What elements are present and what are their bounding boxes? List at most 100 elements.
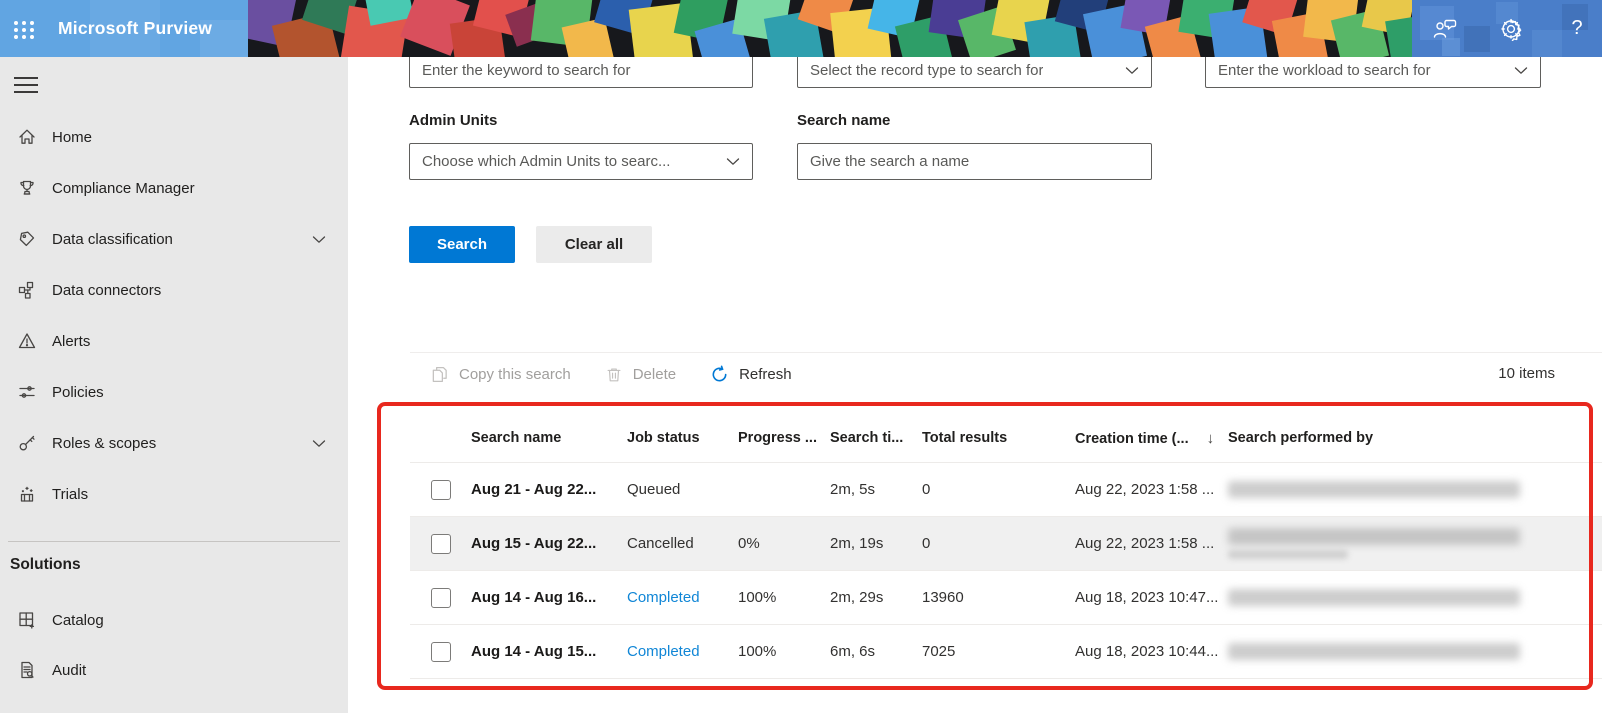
sidebar-item-label: Roles & scopes	[52, 435, 156, 452]
col-header-job-status[interactable]: Job status	[627, 430, 738, 446]
trash-icon	[605, 365, 623, 384]
copy-search-label: Copy this search	[459, 366, 571, 383]
help-icon[interactable]: ?	[1564, 16, 1590, 42]
alert-icon	[16, 330, 38, 352]
tag-icon	[16, 228, 38, 250]
redacted-user	[1228, 528, 1520, 545]
sidebar-item-label: Alerts	[52, 333, 90, 350]
total-results-cell: 0	[922, 535, 1075, 552]
search-name-cell[interactable]: Aug 21 - Aug 22...	[471, 481, 627, 498]
col-header-search-name[interactable]: Search name	[471, 430, 627, 446]
search-time-cell: 2m, 19s	[830, 535, 922, 552]
feedback-icon[interactable]	[1432, 16, 1458, 42]
search-name-cell[interactable]: Aug 14 - Aug 16...	[471, 589, 627, 606]
search-name-input[interactable]	[797, 143, 1152, 180]
performed-by-cell	[1228, 528, 1602, 559]
sidebar-item-label: Policies	[52, 384, 104, 401]
sidebar-item-catalog[interactable]: Catalog	[0, 603, 348, 637]
delete-label: Delete	[633, 366, 676, 383]
admin-units-label: Admin Units	[409, 112, 497, 129]
sidebar-item-trials[interactable]: Trials	[0, 477, 348, 511]
table-header-row: Search name Job status Progress ... Sear…	[410, 414, 1602, 462]
chevron-down-icon	[1514, 62, 1528, 79]
performed-by-cell	[1228, 589, 1602, 606]
sidebar-item-policies[interactable]: Policies	[0, 375, 348, 409]
col-header-progress[interactable]: Progress ...	[738, 430, 830, 446]
search-name-cell[interactable]: Aug 14 - Aug 15...	[471, 643, 627, 660]
audit-icon	[16, 659, 38, 681]
top-banner: Microsoft Purview ?	[0, 0, 1602, 57]
keyword-input[interactable]	[409, 52, 753, 88]
row-checkbox[interactable]	[431, 642, 451, 662]
app-title: Microsoft Purview	[58, 0, 212, 57]
performed-by-cell	[1228, 481, 1602, 498]
clear-all-button[interactable]: Clear all	[536, 226, 652, 263]
key-icon	[16, 432, 38, 454]
copy-icon	[430, 365, 449, 384]
sidebar-item-roles-scopes[interactable]: Roles & scopes	[0, 426, 348, 460]
col-header-performed-by[interactable]: Search performed by	[1228, 430, 1602, 446]
creation-time-cell: Aug 18, 2023 10:47...	[1075, 589, 1228, 606]
refresh-icon	[710, 365, 729, 384]
nav-collapse-button[interactable]	[14, 77, 38, 93]
help-glyph: ?	[1571, 17, 1582, 40]
workload-select[interactable]: Enter the workload to search for	[1205, 52, 1541, 88]
creation-time-label: Creation time (...	[1075, 431, 1189, 447]
catalog-icon	[16, 609, 38, 631]
record-type-select[interactable]: Select the record type to search for	[797, 52, 1152, 88]
items-count: 10 items	[1498, 365, 1555, 382]
sidebar-item-home[interactable]: Home	[0, 120, 348, 154]
search-name-cell[interactable]: Aug 15 - Aug 22...	[471, 535, 627, 552]
sidebar-item-data-connectors[interactable]: Data connectors	[0, 273, 348, 307]
sidebar-item-label: Data connectors	[52, 282, 161, 299]
sidebar-item-alerts[interactable]: Alerts	[0, 324, 348, 358]
col-header-search-time[interactable]: Search ti...	[830, 430, 922, 446]
col-header-total-results[interactable]: Total results	[922, 430, 1075, 446]
redacted-user	[1228, 589, 1520, 606]
copy-search-button[interactable]: Copy this search	[430, 365, 571, 384]
record-type-placeholder: Select the record type to search for	[810, 62, 1043, 79]
progress-cell: 0%	[738, 535, 830, 552]
job-status-cell[interactable]: Completed	[627, 643, 738, 660]
total-results-cell: 7025	[922, 643, 1075, 660]
chevron-down-icon	[726, 153, 740, 170]
table-row[interactable]: Aug 14 - Aug 15... Completed 100% 6m, 6s…	[410, 624, 1602, 678]
admin-units-select[interactable]: Choose which Admin Units to searc...	[409, 143, 753, 180]
trials-icon	[16, 483, 38, 505]
connectors-icon	[16, 279, 38, 301]
sidebar-item-data-classification[interactable]: Data classification	[0, 222, 348, 256]
sidebar-item-compliance-manager[interactable]: Compliance Manager	[0, 171, 348, 205]
performed-by-cell	[1228, 643, 1602, 660]
col-header-creation-time[interactable]: Creation time (... ↓	[1075, 430, 1228, 447]
progress-cell: 100%	[738, 589, 830, 606]
table-row[interactable]: Aug 15 - Aug 22... Cancelled 0% 2m, 19s …	[410, 516, 1602, 570]
gear-icon[interactable]	[1498, 16, 1524, 42]
redacted-user-line2	[1228, 550, 1348, 559]
creation-time-cell: Aug 18, 2023 10:44...	[1075, 643, 1228, 660]
workload-placeholder: Enter the workload to search for	[1218, 62, 1431, 79]
table-row[interactable]: Aug 14 - Aug 16... Completed 100% 2m, 29…	[410, 570, 1602, 624]
search-time-cell: 2m, 5s	[830, 481, 922, 498]
row-checkbox[interactable]	[431, 588, 451, 608]
sidebar-item-label: Data classification	[52, 231, 173, 248]
sidebar-item-label: Home	[52, 129, 92, 146]
search-time-cell: 6m, 6s	[830, 643, 922, 660]
job-status-cell: Queued	[627, 481, 738, 498]
search-button[interactable]: Search	[409, 226, 515, 263]
list-toolbar: Copy this search Delete Refresh	[430, 358, 792, 391]
sidebar-item-audit[interactable]: Audit	[0, 653, 348, 687]
home-icon	[16, 126, 38, 148]
row-checkbox[interactable]	[431, 480, 451, 500]
redacted-user	[1228, 643, 1520, 660]
refresh-button[interactable]: Refresh	[710, 365, 792, 384]
creation-time-cell: Aug 22, 2023 1:58 ...	[1075, 481, 1228, 498]
table-bottom-border	[410, 678, 1602, 679]
refresh-label: Refresh	[739, 366, 792, 383]
app-launcher-icon[interactable]	[10, 15, 38, 43]
sidebar-item-label: Audit	[52, 662, 86, 679]
delete-button[interactable]: Delete	[605, 365, 676, 384]
row-checkbox[interactable]	[431, 534, 451, 554]
table-row[interactable]: Aug 21 - Aug 22... Queued 2m, 5s 0 Aug 2…	[410, 462, 1602, 516]
job-status-cell[interactable]: Completed	[627, 589, 738, 606]
sidebar-item-label: Compliance Manager	[52, 180, 195, 197]
